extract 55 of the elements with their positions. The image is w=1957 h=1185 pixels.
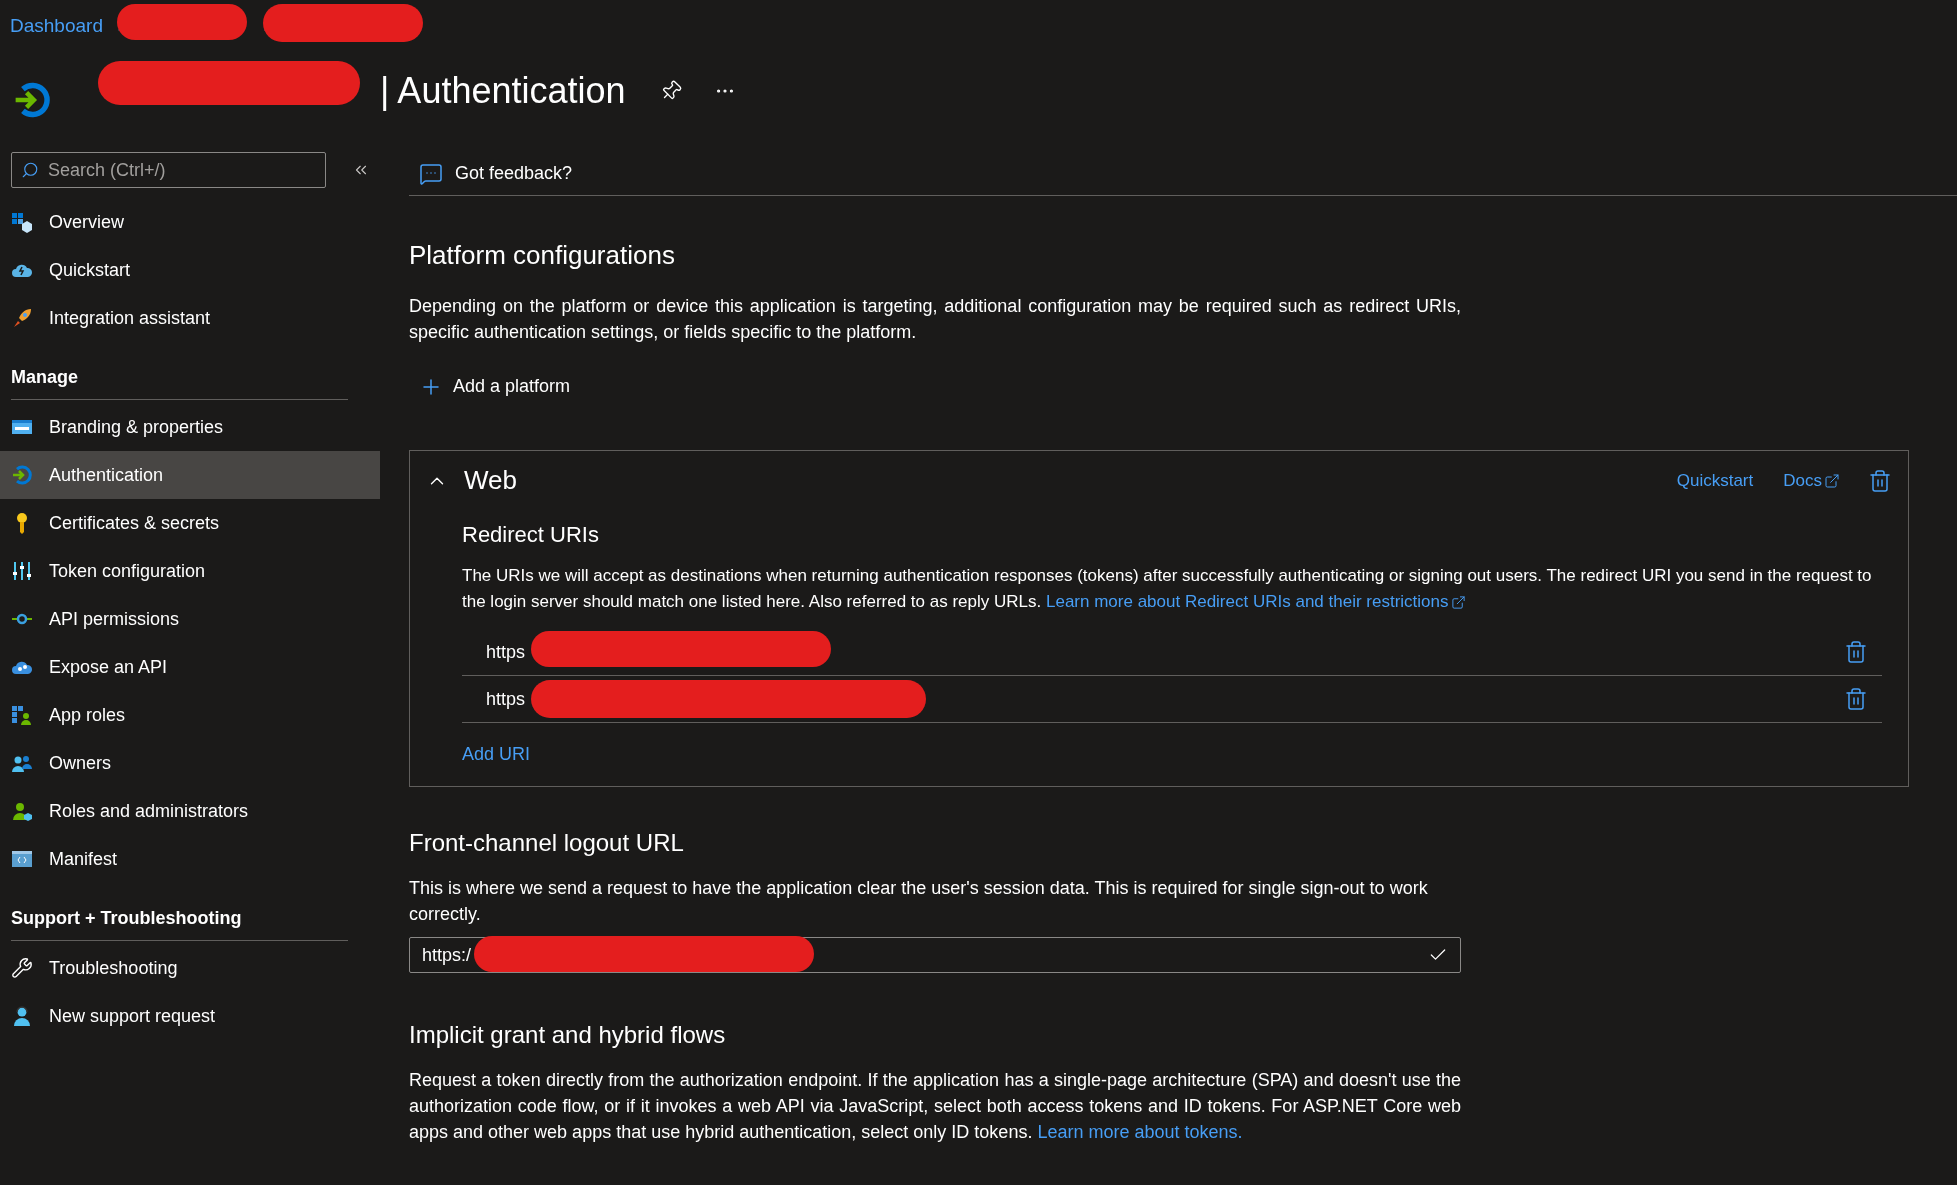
uri-text: https: [486, 687, 526, 711]
feedback-icon: [419, 161, 443, 186]
code-file-icon: [11, 848, 33, 870]
uri-text: https: [486, 640, 526, 664]
section-title: Front-channel logout URL: [409, 828, 685, 858]
nav-item[interactable]: Expose an API: [0, 643, 380, 691]
nav-item[interactable]: Quickstart: [0, 246, 380, 294]
section-description: This is where we send a request to have the application clear the user's session data. This is required for single sign-out to work correctly.: [409, 877, 1429, 926]
grid-person-icon: [11, 704, 33, 726]
nav-item[interactable]: New support request: [0, 992, 380, 1040]
delete-icon[interactable]: [1868, 468, 1892, 493]
nav-item[interactable]: Certificates & secrets: [0, 499, 380, 547]
nav-item[interactable]: Overview: [0, 198, 380, 246]
learn-more-link[interactable]: Learn more about tokens.: [1037, 1122, 1243, 1142]
section-description: Depending on the platform or device this application is targeting, additional configuration may be required such as redirect URIs, specific authentication settings, or fields specific to the platform.: [409, 295, 1461, 344]
delete-icon[interactable]: [1844, 687, 1868, 711]
nav-item[interactable]: Roles and administrators: [0, 787, 380, 835]
nav-item[interactable]: App roles: [0, 691, 380, 739]
feedback-button[interactable]: Got feedback?: [455, 160, 573, 187]
add-uri-link[interactable]: Add URI: [462, 741, 531, 768]
breadcrumb-link[interactable]: Dashboard: [10, 11, 103, 41]
section-title: Platform configurations: [409, 239, 676, 272]
search-field[interactable]: Search (Ctrl+/): [11, 152, 326, 188]
section-title: Implicit grant and hybrid flows: [409, 1020, 727, 1050]
page-title: | Authentication: [380, 69, 626, 113]
subsection-title: Redirect URIs: [462, 521, 600, 549]
sign-in-arrow-icon: [11, 464, 33, 486]
person-cube-icon: [11, 800, 33, 822]
nav-item[interactable]: Authentication: [0, 451, 380, 499]
card-title: Web: [464, 464, 517, 497]
nav-item[interactable]: Troubleshooting: [0, 944, 380, 992]
nav-item[interactable]: Manifest: [0, 835, 380, 883]
quickstart-link[interactable]: Quickstart: [1676, 467, 1754, 494]
grid-cube-icon: [11, 211, 33, 233]
external-link-icon: [1450, 595, 1466, 610]
learn-more-link[interactable]: Learn more about Redirect URIs and their restrictions: [1046, 592, 1449, 611]
nav-item[interactable]: Owners: [0, 739, 380, 787]
delete-icon[interactable]: [1844, 640, 1868, 664]
docs-link[interactable]: Docs: [1783, 467, 1822, 494]
rocket-icon: [11, 307, 33, 329]
redirect-description: The URIs we will accept as destinations when returning authentication responses (tokens) after successfully authenticating or signing out users. The redirect URI you send in the request to the login server should match one listed here. Also referred to as reply URLs. Learn more about Redirect URIs and their restrictions: [462, 565, 1873, 613]
nav-item[interactable]: Integration assistant: [0, 294, 380, 342]
nav-item[interactable]: Token configuration: [0, 547, 380, 595]
nav-item[interactable]: API permissions: [0, 595, 380, 643]
nav-item[interactable]: Branding & properties: [0, 403, 380, 451]
section-heading: Manage: [11, 367, 79, 387]
support-person-icon: [11, 1005, 33, 1027]
external-link-icon: [1824, 472, 1840, 489]
section-heading: Support + Troubleshooting: [11, 908, 242, 928]
sliders-icon: [11, 560, 33, 582]
add-platform-button[interactable]: Add a platform: [419, 373, 571, 400]
section-description: Request a token directly from the authorization endpoint. If the application has a single-page architecture (SPA) and doesn't use the authorization code flow, or if it invokes a web API via JavaScript, select both access tokens and ID tokens. For ASP.NET Core web apps and other web apps that use hybrid authentication, select only ID tokens. Learn more about tokens.: [409, 1069, 1461, 1144]
search-icon: [21, 161, 39, 179]
logout-url-field[interactable]: https:/: [409, 937, 1461, 973]
wrench-icon: [11, 957, 33, 979]
